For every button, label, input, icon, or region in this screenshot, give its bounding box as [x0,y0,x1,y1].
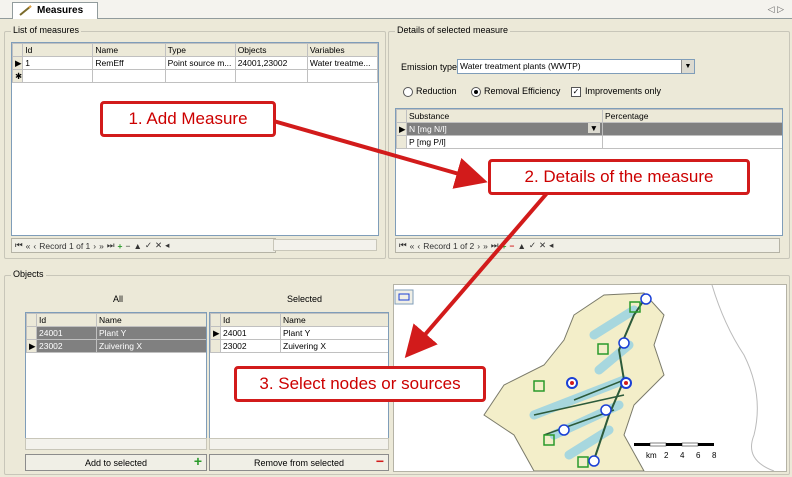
arrow-2 [404,190,550,359]
callout-select-nodes: 3. Select nodes or sources [234,366,486,402]
arrow-1 [269,118,488,189]
callout-add-measure: 1. Add Measure [100,101,276,137]
annotation-arrows [269,118,550,359]
callout-details: 2. Details of the measure [488,159,750,195]
